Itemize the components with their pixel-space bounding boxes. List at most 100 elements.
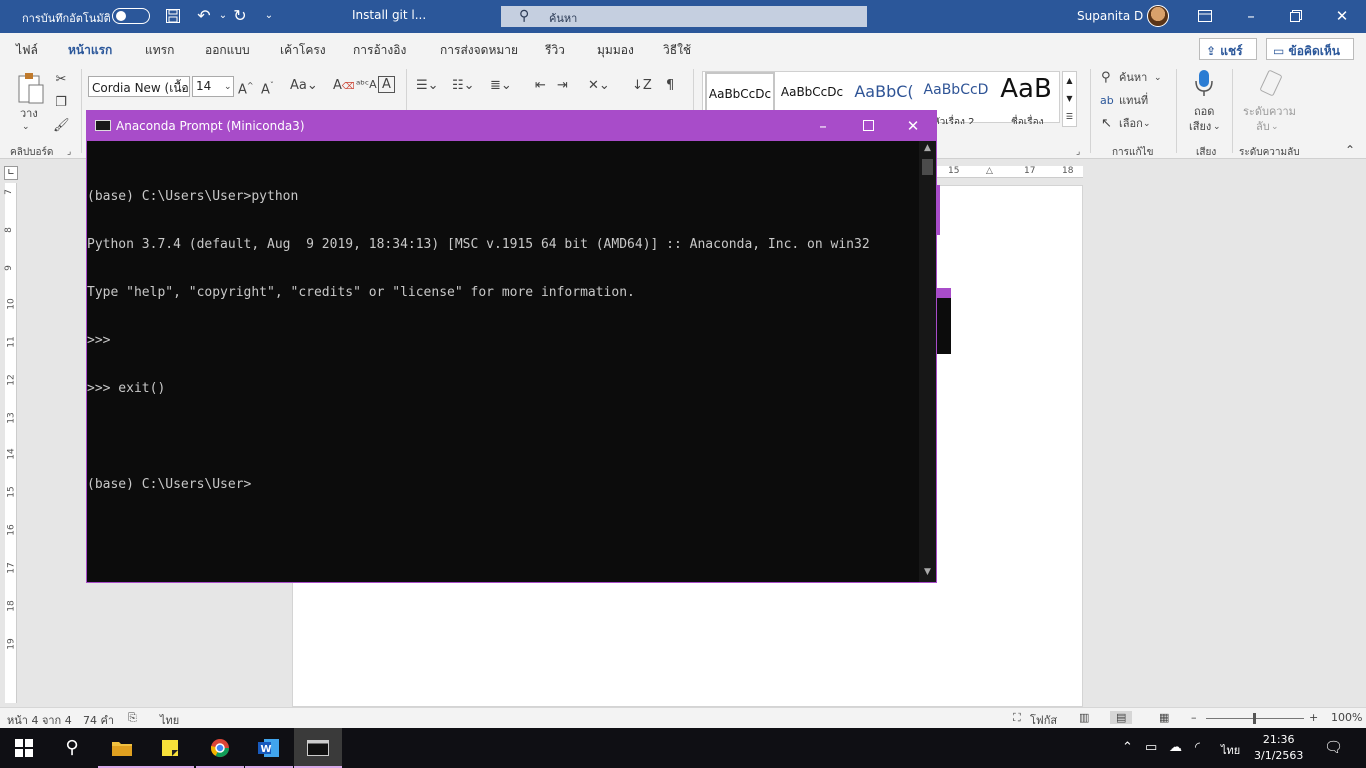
zoom-slider-thumb[interactable] xyxy=(1253,713,1256,724)
tab-layout[interactable]: เค้าโครง xyxy=(280,41,326,60)
ribbon-display-icon[interactable] xyxy=(1194,6,1216,26)
console-output[interactable]: (base) C:\Users\User>python Python 3.7.4… xyxy=(87,157,917,577)
page-count[interactable]: หน้า 4 จาก 4 xyxy=(7,711,72,729)
bullets-icon[interactable]: ☰⌄ xyxy=(416,77,439,95)
dictate-label-2[interactable]: เสียง xyxy=(1189,118,1211,136)
comments-button[interactable]: ▭ ข้อคิดเห็น xyxy=(1266,38,1354,60)
focus-label[interactable]: โฟกัส xyxy=(1030,711,1057,729)
battery-icon[interactable]: ▭ xyxy=(1145,740,1157,755)
zoom-in-icon[interactable]: + xyxy=(1309,711,1318,724)
share-button[interactable]: ⇪ แชร์ xyxy=(1199,38,1257,60)
decrease-indent-icon[interactable]: ⇤ xyxy=(535,77,546,95)
tab-help[interactable]: วิธีใช้ xyxy=(663,41,691,60)
close-icon[interactable]: ✕ xyxy=(1331,6,1353,26)
font-name-box[interactable]: Cordia New (เนื้อ xyxy=(88,76,190,97)
wifi-icon[interactable]: ◜ xyxy=(1195,740,1200,755)
grow-font-icon[interactable]: A^ xyxy=(238,77,254,99)
onedrive-icon[interactable]: ☁ xyxy=(1169,740,1182,755)
vertical-ruler[interactable]: 7 8 9 10 11 12 13 14 15 16 17 18 19 xyxy=(4,183,17,703)
tab-insert[interactable]: แทรก xyxy=(145,41,174,60)
font-size-dropdown-icon[interactable]: ⌄ xyxy=(224,78,232,96)
background-console-window[interactable] xyxy=(937,288,951,354)
replace-icon[interactable]: ab xyxy=(1100,92,1114,110)
taskbar-file-explorer[interactable] xyxy=(98,728,146,768)
replace-label[interactable]: แทนที่ xyxy=(1119,92,1148,110)
tab-mailings[interactable]: การส่งจดหมาย xyxy=(440,41,518,60)
clock[interactable]: 21:36 3/1/2563 xyxy=(1254,732,1303,764)
styles-gallery-scroll[interactable]: ▲ ▼ ☰ xyxy=(1062,71,1077,127)
input-language[interactable]: ไทย xyxy=(1221,741,1240,759)
tab-references[interactable]: การอ้างอิง xyxy=(353,41,406,60)
taskbar-chrome[interactable] xyxy=(196,728,244,768)
numbering-icon[interactable]: ☷⌄ xyxy=(452,77,475,95)
clear-formatting-icon[interactable]: A⌫ xyxy=(333,77,355,96)
web-layout-icon[interactable]: ▦ xyxy=(1159,711,1169,724)
chevron-down-icon[interactable]: ▼ xyxy=(1063,90,1076,108)
restore-icon[interactable] xyxy=(1285,6,1307,26)
scroll-thumb[interactable] xyxy=(922,159,933,175)
save-icon[interactable] xyxy=(162,6,184,26)
tab-design[interactable]: ออกแบบ xyxy=(205,41,250,60)
scroll-down-icon[interactable]: ▼ xyxy=(919,567,936,577)
tab-view[interactable]: มุมมอง xyxy=(597,41,634,60)
thai-distribute-icon[interactable]: ✕⌄ xyxy=(588,77,610,95)
paste-icon[interactable] xyxy=(16,71,46,105)
close-icon[interactable]: ✕ xyxy=(901,116,925,136)
more-styles-icon[interactable]: ☰ xyxy=(1063,108,1076,126)
console-scrollbar[interactable]: ▲ ▼ xyxy=(919,141,936,582)
console-window[interactable]: Anaconda Prompt (Miniconda3) – ✕ (base) … xyxy=(86,110,937,583)
cut-icon[interactable]: ✂ xyxy=(53,71,69,89)
find-label[interactable]: ค้นหา xyxy=(1119,69,1147,87)
find-icon[interactable]: ⚲ xyxy=(1101,69,1111,87)
taskbar-search-button[interactable]: ⚲ xyxy=(48,728,96,768)
tab-file[interactable]: ไฟล์ xyxy=(16,41,38,60)
maximize-icon[interactable] xyxy=(856,116,880,136)
taskbar-word[interactable]: W xyxy=(245,728,293,768)
show-formatting-icon[interactable]: ¶ xyxy=(666,77,674,95)
select-cursor-icon[interactable]: ↖ xyxy=(1101,115,1112,133)
redo-icon[interactable]: ↻ xyxy=(229,6,251,26)
read-mode-icon[interactable]: ▥ xyxy=(1079,711,1089,724)
copy-icon[interactable]: ❐ xyxy=(53,94,69,112)
taskbar-anaconda-prompt[interactable] xyxy=(294,728,342,768)
taskbar-sticky-notes[interactable] xyxy=(146,728,194,768)
chevron-up-icon[interactable]: ▲ xyxy=(1063,72,1076,90)
autosave-toggle[interactable] xyxy=(112,8,150,24)
minimize-icon[interactable]: – xyxy=(1240,6,1262,26)
language-indicator[interactable]: ไทย xyxy=(160,711,179,729)
collapse-ribbon-icon[interactable]: ⌃ xyxy=(1345,141,1355,159)
print-layout-icon[interactable]: ▤ xyxy=(1110,711,1133,724)
format-painter-icon[interactable]: 🖌 xyxy=(53,117,70,135)
dictate-dropdown-icon[interactable]: ⌄ xyxy=(1213,118,1221,136)
user-name[interactable]: Supanita D xyxy=(1077,9,1143,23)
style-title[interactable]: AaB ชื่อเรื่อง xyxy=(993,72,1059,124)
microphone-icon[interactable] xyxy=(1193,69,1215,97)
font-name-dropdown-icon[interactable]: ⌄ xyxy=(180,78,188,96)
select-label[interactable]: เลือก xyxy=(1119,115,1143,133)
zoom-level[interactable]: 100% xyxy=(1331,711,1362,724)
multilevel-list-icon[interactable]: ≣⌄ xyxy=(490,77,512,95)
avatar[interactable] xyxy=(1147,5,1169,27)
ruler-indent-marker[interactable]: △ xyxy=(986,166,993,176)
customize-qat-icon[interactable]: ⌄ xyxy=(258,6,280,26)
minimize-icon[interactable]: – xyxy=(811,116,835,136)
tab-review[interactable]: รีวิว xyxy=(545,41,565,60)
tab-home[interactable]: หน้าแรก xyxy=(68,41,113,67)
proofing-icon[interactable]: ⎘ xyxy=(128,711,137,725)
search-box[interactable]: ⚲ ค้นหา xyxy=(501,6,867,27)
console-titlebar[interactable]: Anaconda Prompt (Miniconda3) – ✕ xyxy=(87,111,936,141)
word-count[interactable]: 74 คำ xyxy=(83,711,114,729)
find-dropdown-icon[interactable]: ⌄ xyxy=(1154,69,1162,87)
scroll-up-icon[interactable]: ▲ xyxy=(919,143,936,153)
zoom-out-icon[interactable]: – xyxy=(1191,711,1197,724)
tab-selector-icon[interactable]: ∟ xyxy=(4,166,18,180)
character-border-icon[interactable]: A xyxy=(378,76,395,93)
select-dropdown-icon[interactable]: ⌄ xyxy=(1143,115,1151,133)
notification-icon[interactable]: 🗨 xyxy=(1324,738,1343,756)
paste-dropdown-icon[interactable]: ⌄ xyxy=(22,118,30,136)
change-case-icon[interactable]: Aa⌄ xyxy=(290,77,318,95)
focus-icon[interactable]: ⛶ xyxy=(1013,711,1021,725)
show-hidden-icons-icon[interactable]: ⌃ xyxy=(1122,740,1133,755)
increase-indent-icon[interactable]: ⇥ xyxy=(557,77,568,95)
shrink-font-icon[interactable]: Aˇ xyxy=(261,77,274,99)
